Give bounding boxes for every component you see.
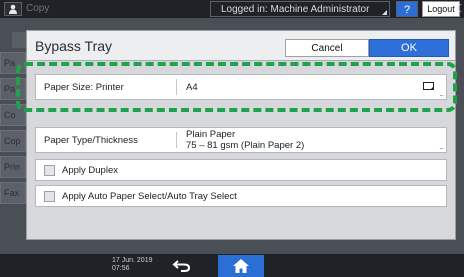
back-icon[interactable] [172,258,192,273]
background-tab: Cop [0,130,26,152]
date-time: 17 Jun. 2019 07:56 [112,257,152,273]
user-button[interactable] [4,2,22,16]
apply-auto-select-row[interactable]: Apply Auto Paper Select/Auto Tray Select [35,185,447,207]
apply-auto-select-label: Apply Auto Paper Select/Auto Tray Select [62,191,237,202]
paper-type-row[interactable]: Paper Type/Thickness Plain Paper 75 – 81… [35,127,447,153]
background-tab: Prin [0,156,26,178]
logout-button[interactable]: Logout [422,1,460,17]
user-icon [9,4,17,14]
apply-duplex-label: Apply Duplex [62,165,118,176]
highlight-annotation [16,62,457,112]
time-text: 07:56 [112,265,130,272]
dialog-header: Bypass Tray Cancel OK [27,31,455,61]
status-bar: Copy Logged in: Machine Administrator ? … [0,0,464,18]
date-text: 17 Jun. 2019 [112,257,153,264]
bottom-bar: 17 Jun. 2019 07:56 [0,254,464,277]
dialog-title: Bypass Tray [35,38,113,54]
ok-button[interactable]: OK [369,39,449,57]
paper-type-value: Plain Paper [186,129,236,140]
background-tab: Fax [0,182,26,204]
home-icon [233,259,249,273]
apply-auto-select-checkbox[interactable] [44,191,55,202]
login-status[interactable]: Logged in: Machine Administrator [210,1,390,17]
paper-weight-value: 75 – 81 gsm (Plain Paper 2) [186,140,305,151]
login-status-text: Logged in: Machine Administrator [221,4,370,15]
row-divider [176,132,177,148]
expand-corner-icon [382,10,387,15]
more-indicator: ... [439,142,444,151]
help-button[interactable]: ? [396,1,418,17]
energy-saver-icon[interactable]: ☾ [456,2,464,15]
home-button[interactable] [218,255,264,277]
apply-duplex-checkbox[interactable] [44,165,55,176]
app-label: Copy [26,3,50,14]
paper-type-label: Paper Type/Thickness [44,135,138,146]
apply-duplex-row[interactable]: Apply Duplex [35,159,447,181]
cancel-button[interactable]: Cancel [285,39,369,57]
